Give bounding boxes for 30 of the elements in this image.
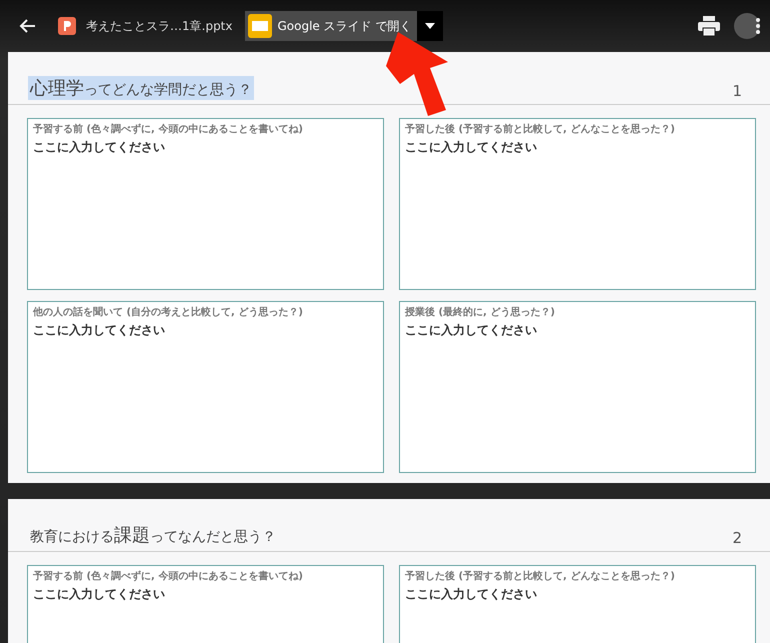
print-icon[interactable] <box>698 16 720 36</box>
box-label: 他の人の話を聞いて (自分の考えと比較して, どう思った？) <box>33 306 304 319</box>
answer-box[interactable]: 予習した後 (予習する前と比較して, どんなことを思った？) ここに入力してください <box>399 118 756 290</box>
slides-file-icon <box>58 17 76 35</box>
box-label: 予習した後 (予習する前と比較して, どんなことを思った？) <box>405 122 676 136</box>
box-text: ここに入力してください <box>33 139 166 156</box>
file-name: 考えたことスラ…1章.pptx <box>86 18 232 34</box>
slide-number: 2 <box>732 529 742 547</box>
answer-box[interactable]: 予習した後 (予習する前と比較して, どんなことを思った？) ここに入力してください <box>399 565 756 643</box>
box-label: 授業後 (最終的に, どう思った？) <box>405 306 556 319</box>
box-text: ここに入力してください <box>405 322 538 339</box>
box-text: ここに入力してください <box>33 586 166 603</box>
slides-app-icon <box>248 14 272 38</box>
slide-number: 1 <box>732 82 742 100</box>
back-arrow-icon[interactable] <box>18 18 36 34</box>
more-menu-icon[interactable] <box>754 18 762 34</box>
box-label: 予習した後 (予習する前と比較して, どんなことを思った？) <box>405 570 676 583</box>
avatar-circle[interactable] <box>734 13 760 39</box>
answer-box[interactable]: 授業後 (最終的に, どう思った？) ここに入力してください <box>399 301 756 473</box>
box-text: ここに入力してください <box>405 586 538 603</box>
answer-box[interactable]: 他の人の話を聞いて (自分の考えと比較して, どう思った？) ここに入力してください <box>27 301 384 473</box>
slide-title: 心理学 ってどんな学問だと思う？ <box>28 76 254 100</box>
open-with-button[interactable]: Google スライド で開く <box>244 11 418 41</box>
answer-box[interactable]: 予習する前 (色々調べずに, 今頭の中にあることを書いてね) ここに入力してください <box>27 565 384 643</box>
box-text: ここに入力してください <box>405 139 538 156</box>
slide-title: 教育における課題 ってなんだと思う？ <box>29 524 277 547</box>
answer-box[interactable]: 予習する前 (色々調べずに, 今頭の中にあることを書いてね) ここに入力してください <box>27 118 384 290</box>
box-label: 予習する前 (色々調べずに, 今頭の中にあることを書いてね) <box>33 122 304 136</box>
box-text: ここに入力してください <box>33 322 166 339</box>
box-label: 予習する前 (色々調べずに, 今頭の中にあることを書いてね) <box>33 569 304 583</box>
